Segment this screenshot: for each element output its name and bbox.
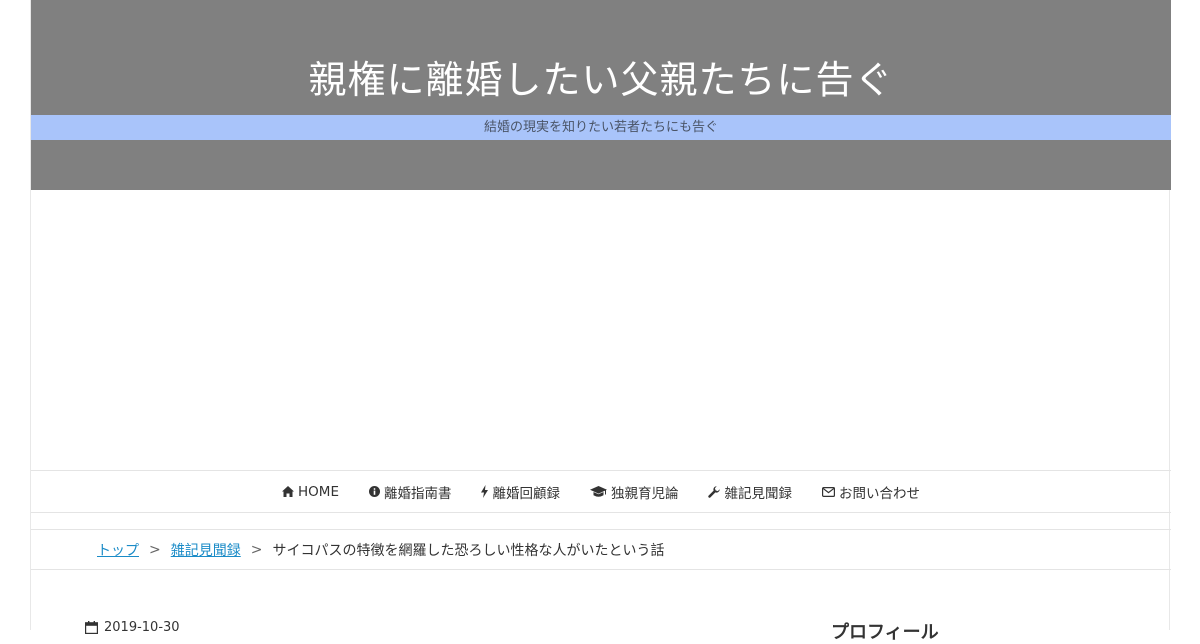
global-nav: HOME 離婚指南書 離婚回顧録 独親育児論 雑記見聞録 お問い合わせ [31,470,1171,513]
breadcrumb-separator: > [149,541,161,558]
nav-item-misc[interactable]: 雑記見聞録 [708,482,792,502]
tagline-bar: 結婚の現実を知りたい若者たちにも告ぐ [31,115,1171,140]
info-circle-icon [368,486,380,497]
nav-item-contact[interactable]: お問い合わせ [821,482,920,502]
calendar-icon [85,621,98,634]
nav-item-label: 離婚指南書 [383,485,452,502]
breadcrumb: トップ > 雑記見聞録 > サイコパスの特徴を網羅した恐ろしい性格な人がいたとい… [31,530,1171,570]
nav-item-label: 離婚回顧録 [492,485,560,502]
site-tagline: 結婚の現実を知りたい若者たちにも告ぐ [483,120,718,135]
ad-space [31,190,1171,470]
graduation-cap-icon [589,485,607,497]
nav-item-parenting[interactable]: 独親育児論 [589,482,679,502]
sidebar-profile-heading: プロフィール [831,622,939,643]
page-container: 親権に離婚したい父親たちに告ぐ 結婚の現実を知りたい若者たちにも告ぐ HOME … [30,0,1171,643]
nav-item-home[interactable]: HOME [282,484,339,500]
wrench-icon [708,485,721,498]
nav-item-label: お問い合わせ [838,485,920,502]
breadcrumb-current: サイコパスの特徴を網羅した恐ろしい性格な人がいたという話 [272,542,665,559]
breadcrumb-category-link[interactable]: 雑記見聞録 [171,540,241,560]
bolt-icon [481,485,489,498]
nav-item-label: 独親育児論 [610,485,679,502]
site-header: 親権に離婚したい父親たちに告ぐ 結婚の現実を知りたい若者たちにも告ぐ [31,0,1171,190]
envelope-icon [821,486,835,497]
home-icon [282,486,295,497]
nav-item-label: 雑記見聞録 [724,485,792,502]
post-date: 2019-10-30 [85,620,180,635]
nav-item-label: HOME [298,483,339,500]
breadcrumb-top-link[interactable]: トップ [97,540,139,560]
nav-item-memoir[interactable]: 離婚回顧録 [481,482,560,502]
post-date-text: 2019-10-30 [104,620,180,635]
nav-item-guide[interactable]: 離婚指南書 [368,482,452,502]
breadcrumb-separator: > [250,541,263,558]
site-title[interactable]: 親権に離婚したい父親たちに告ぐ [31,56,1171,104]
